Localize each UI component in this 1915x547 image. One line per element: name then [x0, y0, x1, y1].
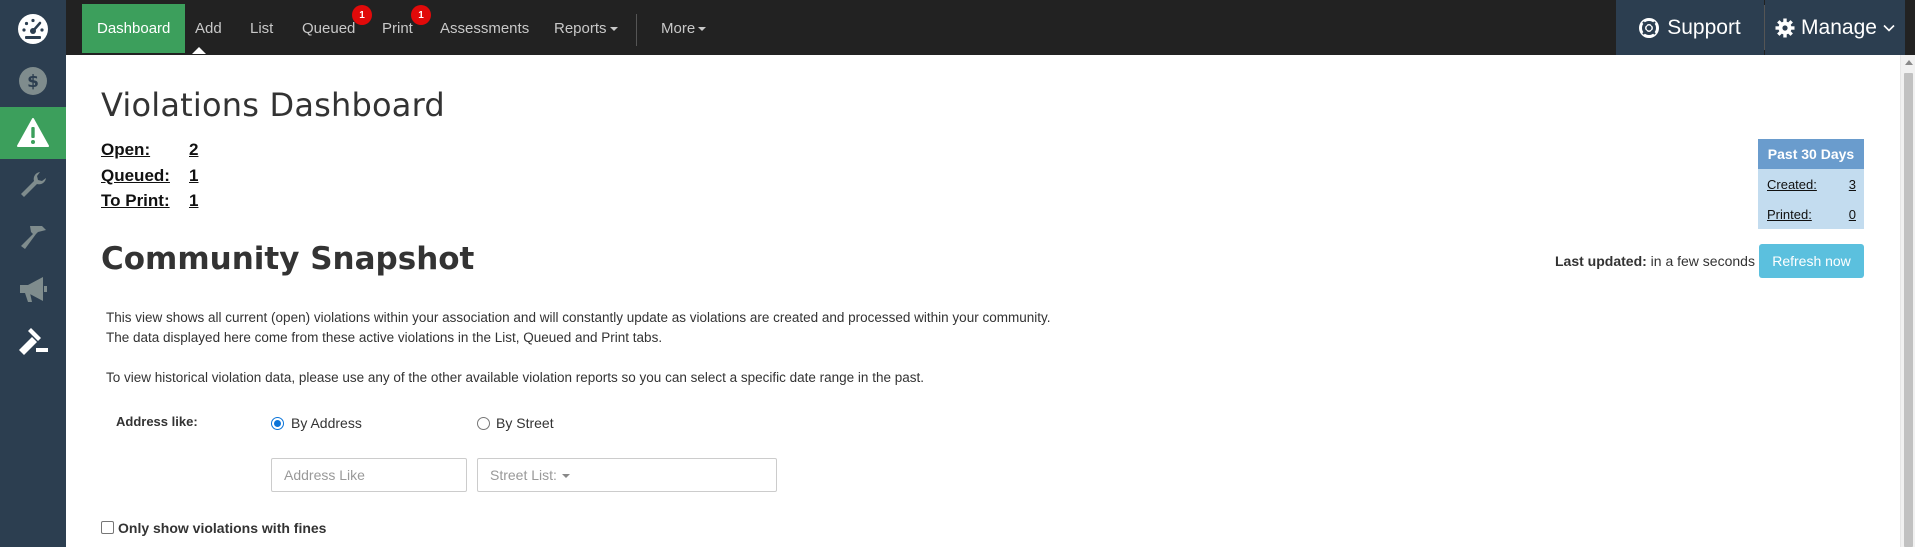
only-fines-checkbox[interactable] [101, 521, 114, 534]
by-address-radio[interactable] [271, 417, 284, 430]
past-30-days-header: Past 30 Days [1758, 139, 1864, 169]
created-label[interactable]: Created: [1767, 177, 1817, 192]
nav-dashboard[interactable]: Dashboard [82, 4, 186, 53]
sidebar-item-projects[interactable] [0, 211, 66, 263]
street-list-label: Street List: [490, 467, 557, 483]
sidebar-item-finance[interactable]: $ [0, 55, 66, 107]
queued-count-badge: 1 [352, 5, 372, 25]
sidebar-item-maintenance[interactable] [0, 159, 66, 211]
created-row: Created: 3 [1758, 169, 1864, 199]
nav-more[interactable]: More [661, 4, 707, 53]
dollar-icon: $ [19, 67, 47, 95]
by-street-label[interactable]: By Street [496, 415, 554, 431]
sidebar: $ [0, 0, 66, 547]
sidebar-item-communications[interactable] [0, 263, 66, 315]
queued-count-value[interactable]: 1 [189, 166, 198, 186]
printed-label[interactable]: Printed: [1767, 207, 1812, 222]
nav-add[interactable]: Add [195, 4, 222, 53]
wrench-icon [21, 172, 46, 197]
created-value[interactable]: 3 [1849, 177, 1856, 192]
caret-down-icon [609, 26, 618, 31]
nav-queued[interactable]: Queued [302, 4, 355, 53]
gavel-icon [19, 328, 48, 355]
by-street-radio[interactable] [477, 417, 490, 430]
last-updated-label: Last updated: [1555, 253, 1647, 269]
community-snapshot-title: Community Snapshot [101, 241, 475, 277]
svg-text:$: $ [27, 72, 39, 92]
queued-count-label[interactable]: Queued: [101, 166, 170, 186]
speedometer-icon [18, 14, 48, 44]
manage-label: Manage [1801, 15, 1877, 39]
open-count-value[interactable]: 2 [189, 140, 198, 160]
chevron-down-icon [1883, 24, 1895, 32]
scroll-up-arrow-icon[interactable] [1905, 60, 1913, 65]
only-fines-label[interactable]: Only show violations with fines [118, 520, 326, 536]
page-title: Violations Dashboard [101, 86, 445, 124]
sidebar-item-violations[interactable] [0, 107, 66, 159]
scrollbar-thumb[interactable] [1904, 73, 1913, 547]
sidebar-item-dashboard[interactable] [0, 3, 66, 55]
to-print-count-value[interactable]: 1 [189, 191, 198, 211]
caret-down-icon [561, 474, 570, 479]
sidebar-item-legal[interactable] [0, 315, 66, 367]
nav-more-label: More [661, 20, 696, 37]
description-line-1: This view shows all current (open) viola… [106, 310, 1051, 325]
support-label: Support [1667, 15, 1741, 39]
open-count-label[interactable]: Open: [101, 140, 150, 160]
description-line-3: To view historical violation data, pleas… [106, 370, 924, 385]
gear-icon [1775, 18, 1795, 37]
address-like-label: Address like: [116, 414, 198, 429]
lifebuoy-icon [1639, 17, 1660, 38]
nav-reports[interactable]: Reports [554, 4, 618, 53]
warning-icon [17, 118, 49, 147]
printed-row: Printed: 0 [1758, 199, 1864, 229]
nav-divider [636, 14, 637, 46]
print-count-badge: 1 [411, 5, 431, 25]
description-line-2: The data displayed here come from these … [106, 330, 663, 345]
to-print-count-label[interactable]: To Print: [101, 191, 170, 211]
last-updated-value: in a few seconds [1650, 253, 1755, 269]
nav-list[interactable]: List [250, 4, 273, 53]
last-updated-status: Last updated: in a few seconds [1555, 253, 1755, 269]
street-list-dropdown[interactable]: Street List: [477, 458, 777, 492]
by-address-label[interactable]: By Address [291, 415, 362, 431]
nav-print[interactable]: Print [382, 4, 413, 53]
printed-value[interactable]: 0 [1849, 207, 1856, 222]
caret-down-icon [698, 26, 707, 31]
page-scrollbar[interactable] [1900, 55, 1915, 547]
hammer-icon [21, 226, 46, 249]
refresh-now-button[interactable]: Refresh now [1759, 244, 1864, 278]
nav-assessments[interactable]: Assessments [440, 4, 529, 53]
support-button[interactable]: Support [1616, 0, 1764, 55]
megaphone-icon [20, 277, 47, 302]
past-30-days-panel: Past 30 Days Created: 3 Printed: 0 [1758, 139, 1864, 229]
manage-button[interactable]: Manage [1765, 0, 1905, 55]
nav-reports-label: Reports [554, 20, 607, 37]
address-like-input[interactable] [271, 458, 467, 492]
